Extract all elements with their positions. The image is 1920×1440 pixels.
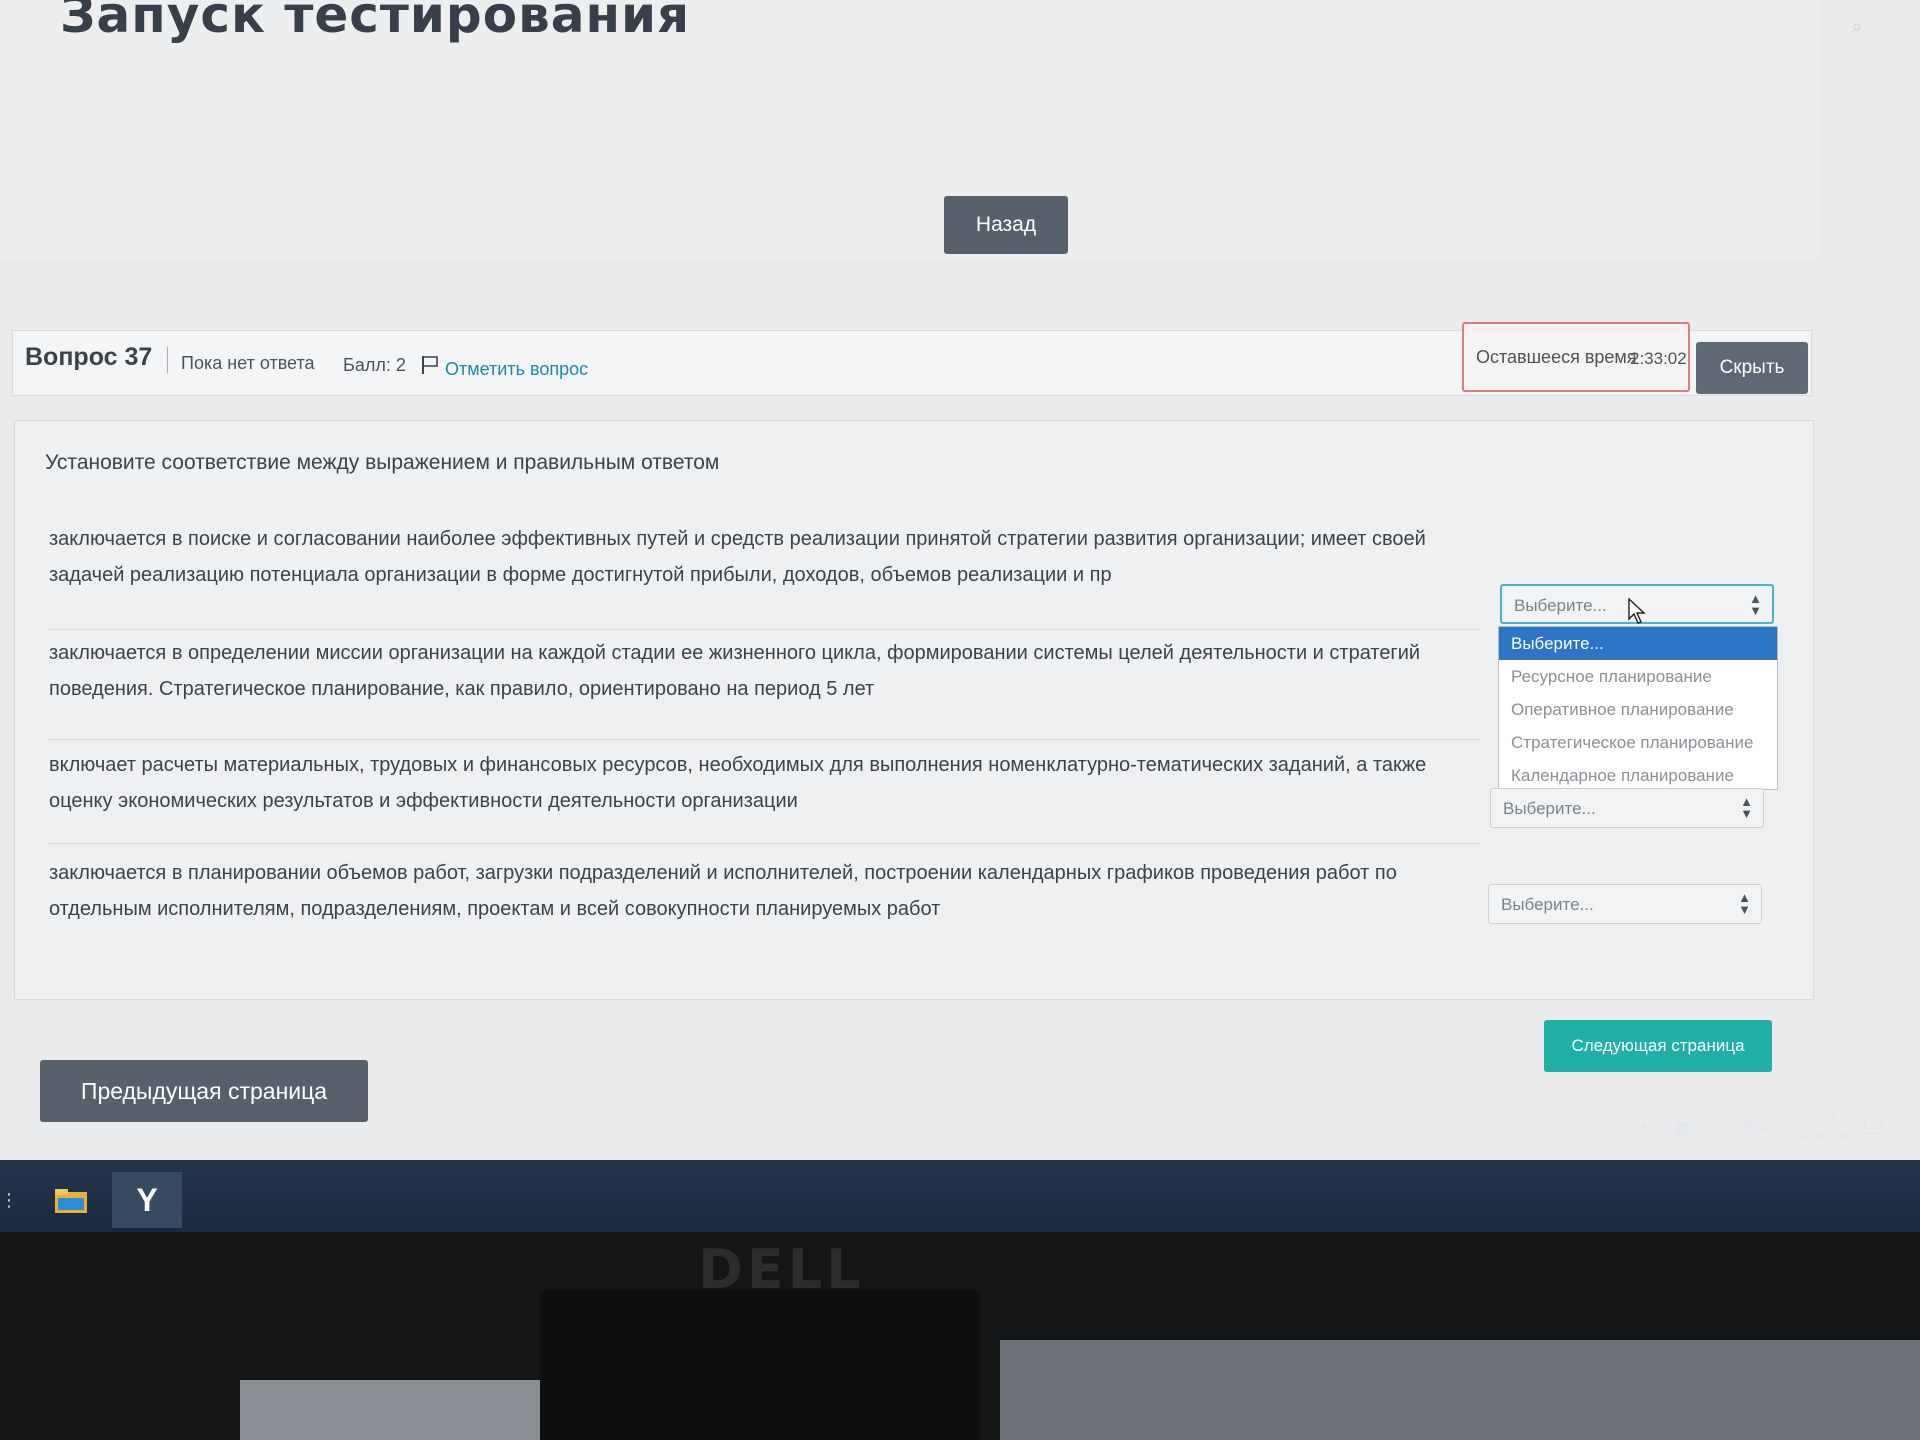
tray-icons[interactable]: ˄□▩♫ bbox=[1640, 1118, 1718, 1138]
tray-date: 26.08.2026 bbox=[1794, 1131, 1850, 1143]
tray-clock[interactable]: 10:34 26.08.2026 bbox=[1794, 1110, 1849, 1146]
system-tray: ˄□▩♫ РУС 10:34 26.08.2026 bbox=[1620, 1100, 1890, 1150]
desk-surface bbox=[1000, 1340, 1920, 1440]
select-arrows-icon: ▲ ▼ bbox=[1738, 890, 1751, 917]
select-arrows-icon: ▲ ▼ bbox=[1740, 794, 1753, 821]
mouse-cursor-icon bbox=[1628, 598, 1646, 624]
match-row: заключается в поиске и согласовании наиб… bbox=[49, 521, 1479, 630]
match-row: заключается в планировании объемов работ… bbox=[49, 855, 1479, 961]
folder-icon[interactable] bbox=[54, 1188, 88, 1214]
page-header: Запуск тестирования Назад bbox=[0, 0, 1820, 260]
dropdown-option[interactable]: Оперативное планирование bbox=[1499, 693, 1777, 726]
page-title: Запуск тестирования bbox=[60, 0, 691, 44]
browser-screen: Запуск тестирования Назад ⌕ Вопрос 37 По… bbox=[0, 0, 1920, 1160]
timer-label: Оставшееся время bbox=[1476, 347, 1637, 367]
answer-dropdown-list[interactable]: Выберите... Ресурсное планирование Опера… bbox=[1498, 626, 1778, 790]
dropdown-option[interactable]: Выберите... bbox=[1499, 627, 1777, 660]
search-icon[interactable]: ⌕ bbox=[1844, 14, 1870, 40]
match-row-text: заключается в определении миссии организ… bbox=[49, 642, 1421, 700]
taskbar: ⋮ Y bbox=[0, 1160, 1920, 1232]
notification-icon[interactable] bbox=[1864, 1116, 1882, 1134]
answer-select-4[interactable]: Выберите... ▲ ▼ bbox=[1488, 884, 1762, 924]
flag-question-link[interactable]: Отметить вопрос bbox=[445, 359, 588, 380]
answer-select-3[interactable]: Выберите... ▲ ▼ bbox=[1490, 788, 1764, 828]
match-row-text: включает расчеты материальных, трудовых … bbox=[49, 754, 1427, 812]
question-status: Пока нет ответа bbox=[181, 353, 315, 373]
browser-taskbar-button[interactable]: Y bbox=[112, 1172, 182, 1228]
dropdown-option[interactable]: Стратегическое планирование bbox=[1499, 726, 1777, 759]
select-arrows-icon: ▲ ▼ bbox=[1749, 591, 1762, 618]
brand-logo: DELL bbox=[698, 1238, 865, 1301]
timer-value: 2:33:02 bbox=[1630, 349, 1687, 368]
previous-page-button[interactable]: Предыдущая страница bbox=[40, 1060, 368, 1122]
monitor-stand bbox=[540, 1290, 980, 1440]
match-row-text: заключается в планировании объемов работ… bbox=[49, 862, 1397, 920]
back-button[interactable]: Назад bbox=[944, 196, 1068, 254]
desk-surface bbox=[240, 1380, 540, 1440]
match-row-text: заключается в поиске и согласовании наиб… bbox=[49, 528, 1426, 586]
match-row: заключается в определении миссии организ… bbox=[49, 635, 1479, 740]
timer-box: Оставшееся время 2:33:02 bbox=[1462, 322, 1690, 392]
question-number: Вопрос 37 bbox=[25, 343, 153, 371]
dropdown-option[interactable]: Ресурсное планирование bbox=[1499, 660, 1777, 693]
tray-language[interactable]: РУС bbox=[1744, 1120, 1768, 1134]
start-icon[interactable]: ⋮ bbox=[0, 1190, 18, 1211]
hide-timer-button[interactable]: Скрыть bbox=[1696, 342, 1808, 394]
flag-icon[interactable] bbox=[421, 355, 439, 375]
select-value: Выберите... bbox=[1514, 596, 1607, 615]
question-prompt: Установите соответствие между выражением… bbox=[45, 451, 720, 474]
divider bbox=[167, 347, 168, 373]
tray-time: 10:34 bbox=[1807, 1113, 1836, 1125]
select-value: Выберите... bbox=[1503, 799, 1596, 818]
select-value: Выберите... bbox=[1501, 895, 1594, 914]
match-row: включает расчеты материальных, трудовых … bbox=[49, 747, 1479, 844]
next-page-button[interactable]: Следующая страница bbox=[1544, 1020, 1772, 1072]
question-score: Балл: 2 bbox=[343, 355, 406, 375]
